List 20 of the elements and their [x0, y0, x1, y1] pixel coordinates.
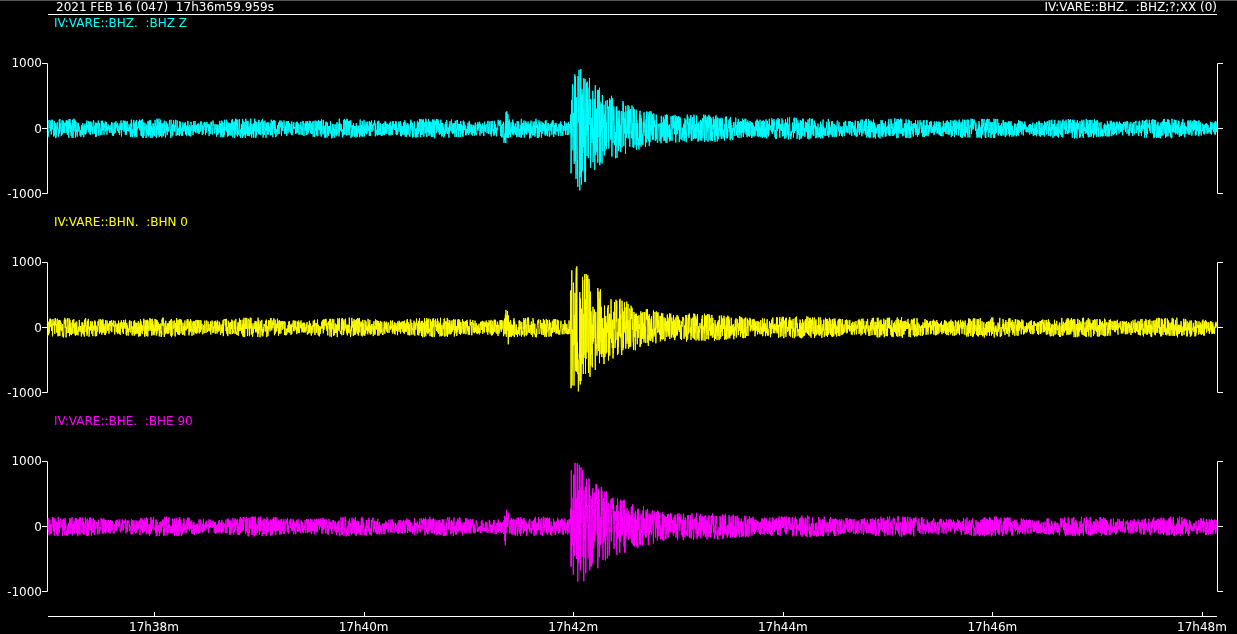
time-label: 17h38m — [129, 620, 179, 634]
trace-label: IV:VARE::BHN. :BHN 0 — [54, 215, 188, 229]
axis-label: 1000 — [11, 453, 42, 469]
axis-label: 0 — [34, 319, 42, 336]
time-label: 17h40m — [338, 620, 389, 634]
axis-label: 0 — [34, 120, 42, 137]
time-label: 17h44m — [757, 620, 808, 634]
axis-label: 0 — [34, 518, 42, 535]
axis-label: -1000 — [7, 385, 42, 401]
time-label: 17h48m — [1177, 620, 1227, 634]
start-timestamp: 2021 FEB 16 (047) 17h36m59.959s — [56, 1, 274, 14]
axis-label: 1000 — [11, 254, 42, 270]
trace-label: IV:VARE::BHZ. :BHZ Z — [54, 16, 187, 30]
axis-label: 1000 — [11, 55, 42, 71]
channel-info: IV:VARE::BHZ. :BHZ;?;XX (0) — [1044, 1, 1217, 14]
axis-label: -1000 — [7, 186, 42, 202]
axis-label: -1000 — [7, 584, 42, 600]
trace-label: IV:VARE::BHE. :BHE 90 — [54, 414, 193, 428]
time-label: 17h42m — [548, 620, 599, 634]
time-label: 17h46m — [967, 620, 1018, 634]
